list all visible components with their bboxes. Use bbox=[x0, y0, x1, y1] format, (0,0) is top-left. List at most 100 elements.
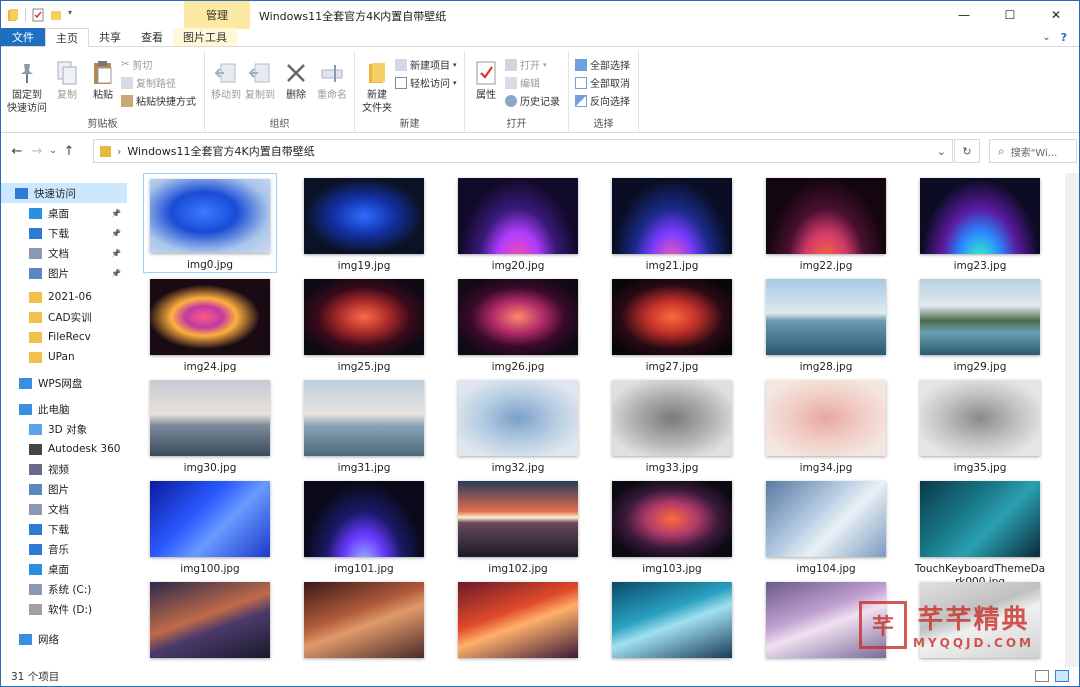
paste-button[interactable]: 粘贴 bbox=[87, 59, 119, 102]
sidebar-item[interactable]: Autodesk 360 bbox=[1, 439, 127, 459]
sidebar-item[interactable]: 桌面 📌 bbox=[1, 203, 127, 223]
paste-shortcut-button[interactable]: 粘贴快捷方式 bbox=[121, 93, 196, 108]
file-item[interactable] bbox=[451, 577, 585, 658]
tab-share[interactable]: 共享 bbox=[89, 28, 131, 46]
minimize-button[interactable]: — bbox=[941, 1, 987, 29]
sidebar-item[interactable]: 此电脑 bbox=[1, 399, 127, 419]
file-item[interactable]: img33.jpg bbox=[605, 375, 739, 475]
file-item[interactable]: img30.jpg bbox=[143, 375, 277, 475]
edit-button[interactable]: 编辑 bbox=[505, 75, 540, 90]
file-item[interactable]: img101.jpg bbox=[297, 476, 431, 576]
sidebar-item[interactable]: 音乐 bbox=[1, 539, 127, 559]
sidebar-item[interactable]: 视频 bbox=[1, 459, 127, 479]
sidebar-item[interactable]: 桌面 bbox=[1, 559, 127, 579]
select-none-button[interactable]: 全部取消 bbox=[575, 75, 630, 90]
properties-button[interactable]: 属性 bbox=[471, 59, 501, 102]
sidebar-item[interactable]: 图片 bbox=[1, 479, 127, 499]
rename-button[interactable]: 重命名 bbox=[313, 59, 351, 102]
refresh-button[interactable]: ↻ bbox=[954, 139, 980, 163]
help-icon[interactable]: ? bbox=[1061, 31, 1067, 44]
sidebar-item[interactable]: 文档 📌 bbox=[1, 243, 127, 263]
select-all-button[interactable]: 全部选择 bbox=[575, 57, 630, 72]
sidebar-item[interactable]: 2021-06 bbox=[1, 287, 127, 307]
delete-button[interactable]: 删除 bbox=[281, 59, 311, 102]
new-item-button[interactable]: 新建项目 ▾ bbox=[395, 57, 457, 72]
chevron-down-icon[interactable]: ⌄ bbox=[937, 145, 946, 158]
file-item[interactable]: img34.jpg bbox=[759, 375, 893, 475]
file-item[interactable]: TouchKeyboardThemeDark000.jpg bbox=[913, 476, 1047, 589]
new-folder-button[interactable]: 新建 文件夹 bbox=[359, 59, 395, 115]
move-to-button[interactable]: 移动到 bbox=[209, 59, 243, 102]
forward-icon[interactable]: → bbox=[27, 144, 47, 159]
sidebar-item[interactable]: CAD实训 bbox=[1, 307, 127, 327]
customize-qat-icon[interactable]: ▾ bbox=[68, 8, 80, 22]
file-item[interactable]: img23.jpg bbox=[913, 173, 1047, 273]
open-button[interactable]: 打开 ▾ bbox=[505, 57, 547, 72]
new-folder-icon[interactable] bbox=[50, 8, 62, 22]
sidebar-item[interactable]: 图片 📌 bbox=[1, 263, 127, 283]
sidebar-item[interactable]: 下载 📌 bbox=[1, 223, 127, 243]
file-item[interactable]: img31.jpg bbox=[297, 375, 431, 475]
easy-access-button[interactable]: 轻松访问 ▾ bbox=[395, 75, 457, 90]
sidebar-item[interactable]: 下载 bbox=[1, 519, 127, 539]
copy-button[interactable]: 复制 bbox=[51, 59, 83, 102]
file-item[interactable]: img102.jpg bbox=[451, 476, 585, 576]
sidebar-item[interactable]: 快速访问 bbox=[1, 183, 127, 203]
breadcrumb[interactable]: Windows11全套官方4K内置自带壁纸 bbox=[127, 143, 314, 159]
up-icon[interactable]: ↑ bbox=[59, 144, 79, 159]
chevron-down-icon[interactable]: ⌄ bbox=[1042, 32, 1050, 43]
cut-button[interactable]: ✂ 剪切 bbox=[121, 57, 152, 72]
address-bar[interactable]: › Windows11全套官方4K内置自带壁纸 ⌄ bbox=[93, 139, 953, 163]
sidebar-item[interactable]: 文档 bbox=[1, 499, 127, 519]
file-item[interactable]: img27.jpg bbox=[605, 274, 739, 374]
sidebar-item[interactable]: 网络 bbox=[1, 629, 127, 649]
sidebar-item[interactable]: FileRecv bbox=[1, 327, 127, 347]
file-item[interactable]: img100.jpg bbox=[143, 476, 277, 576]
file-item[interactable] bbox=[143, 577, 277, 658]
thumbnail bbox=[304, 279, 424, 355]
sidebar-item[interactable]: 3D 对象 bbox=[1, 419, 127, 439]
recent-locations-icon[interactable]: ⌄ bbox=[47, 146, 59, 156]
file-item[interactable]: img20.jpg bbox=[451, 173, 585, 273]
properties-icon[interactable] bbox=[32, 8, 44, 22]
sidebar-item[interactable]: 软件 (D:) bbox=[1, 599, 127, 619]
close-button[interactable]: ✕ bbox=[1033, 1, 1079, 29]
file-item[interactable]: img29.jpg bbox=[913, 274, 1047, 374]
file-item[interactable]: img104.jpg bbox=[759, 476, 893, 576]
file-item[interactable]: img103.jpg bbox=[605, 476, 739, 576]
maximize-button[interactable]: ☐ bbox=[987, 1, 1033, 29]
file-item[interactable]: img19.jpg bbox=[297, 173, 431, 273]
sidebar-item[interactable]: WPS网盘 bbox=[1, 373, 127, 393]
file-item[interactable]: img0.jpg bbox=[143, 173, 277, 273]
copy-to-button[interactable]: 复制到 bbox=[243, 59, 277, 102]
invert-selection-button[interactable]: 反向选择 bbox=[575, 93, 630, 108]
file-item[interactable] bbox=[605, 577, 739, 658]
tab-home[interactable]: 主页 bbox=[45, 28, 89, 47]
details-view-icon[interactable] bbox=[1035, 670, 1049, 682]
file-item[interactable]: img22.jpg bbox=[759, 173, 893, 273]
back-icon[interactable]: ← bbox=[7, 144, 27, 159]
copy-path-button[interactable]: 复制路径 bbox=[121, 75, 176, 90]
file-item[interactable]: img26.jpg bbox=[451, 274, 585, 374]
file-item[interactable]: img32.jpg bbox=[451, 375, 585, 475]
tab-view[interactable]: 查看 bbox=[131, 28, 173, 46]
search-input[interactable]: ⌕ 搜索"Wi... bbox=[989, 139, 1077, 163]
sidebar-item-label: 文档 bbox=[48, 503, 69, 516]
large-icons-view-icon[interactable] bbox=[1055, 670, 1069, 682]
file-item[interactable]: img21.jpg bbox=[605, 173, 739, 273]
properties-icon bbox=[472, 59, 500, 87]
file-item[interactable]: img35.jpg bbox=[913, 375, 1047, 475]
tab-file[interactable]: 文件 bbox=[1, 28, 45, 46]
vertical-scrollbar[interactable] bbox=[1065, 173, 1079, 667]
history-button[interactable]: 历史记录 bbox=[505, 93, 560, 108]
pin-quick-access-button[interactable]: 固定到 快速访问 bbox=[7, 59, 47, 115]
file-item[interactable]: img25.jpg bbox=[297, 274, 431, 374]
file-item[interactable] bbox=[297, 577, 431, 658]
file-item[interactable]: img24.jpg bbox=[143, 274, 277, 374]
sidebar-item[interactable]: 系统 (C:) bbox=[1, 579, 127, 599]
file-item[interactable]: img28.jpg bbox=[759, 274, 893, 374]
document-icon bbox=[29, 247, 42, 259]
tab-picture-tools[interactable]: 图片工具 bbox=[173, 28, 237, 46]
tab-manage[interactable]: 管理 bbox=[184, 1, 250, 29]
sidebar-item[interactable]: UPan bbox=[1, 347, 127, 367]
